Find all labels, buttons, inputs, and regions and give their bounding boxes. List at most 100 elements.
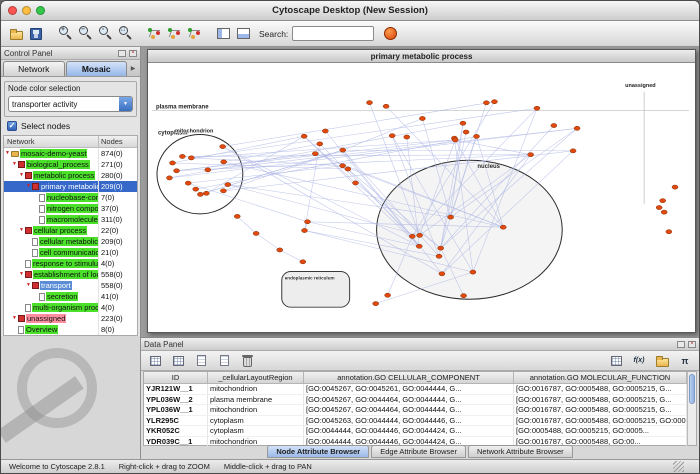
- zoom-fit-icon[interactable]: □: [115, 24, 135, 44]
- network-node[interactable]: [185, 181, 191, 185]
- network-node[interactable]: [660, 199, 666, 203]
- network-node[interactable]: [417, 233, 423, 237]
- new-network-from-selection-icon[interactable]: [184, 24, 204, 44]
- network-node[interactable]: [205, 168, 211, 172]
- save-session-icon[interactable]: [26, 24, 46, 44]
- network-node[interactable]: [672, 185, 678, 189]
- float-panel-icon[interactable]: [118, 50, 126, 57]
- tree-row[interactable]: ▼Overview8(0): [4, 324, 137, 335]
- network-node[interactable]: [463, 130, 469, 134]
- expand-arrow-icon[interactable]: ▼: [25, 184, 32, 189]
- new-attribute-icon[interactable]: [191, 351, 211, 371]
- network-node[interactable]: [383, 104, 389, 108]
- network-node[interactable]: [439, 272, 445, 276]
- data-panel-float-icon[interactable]: [677, 341, 685, 348]
- tree-row[interactable]: ▼transport558(0): [4, 280, 137, 291]
- tree-row[interactable]: ▼biological_process271(0): [4, 159, 137, 170]
- expand-arrow-icon[interactable]: ▼: [18, 228, 25, 233]
- expand-arrow-icon[interactable]: ▼: [18, 272, 25, 277]
- table-row[interactable]: YPL036W__2plasma membrane[GO:0045267, GO…: [144, 395, 687, 406]
- expand-arrow-icon[interactable]: ▼: [25, 283, 32, 288]
- zoom-out-icon[interactable]: −: [75, 24, 95, 44]
- tree-row[interactable]: ▼multi-organism proces4(0): [4, 302, 137, 313]
- tab-network[interactable]: Network: [3, 61, 65, 76]
- search-input[interactable]: [292, 26, 374, 41]
- nodes-column-header[interactable]: Nodes: [99, 137, 137, 146]
- tree-row[interactable]: ▼unassigned223(0): [4, 313, 137, 324]
- tree-row[interactable]: ▼cell communication21(0): [4, 247, 137, 258]
- function-builder-icon[interactable]: f(x): [629, 351, 649, 371]
- network-node[interactable]: [302, 228, 308, 232]
- table-scrollbar-thumb[interactable]: [689, 374, 695, 404]
- tab-network-attribute-browser[interactable]: Network Attribute Browser: [468, 445, 573, 458]
- table-row[interactable]: YJR121W__1mitochondrion[GO:0045267, GO:0…: [144, 384, 687, 395]
- column-header[interactable]: _cellularLayoutRegion: [208, 372, 304, 383]
- network-node[interactable]: [474, 134, 480, 138]
- tree-row[interactable]: ▼macromolecule metab311(0): [4, 214, 137, 225]
- network-node[interactable]: [203, 191, 209, 195]
- zoom-selected-region-icon[interactable]: ▫: [95, 24, 115, 44]
- network-node[interactable]: [174, 169, 180, 173]
- tree-row[interactable]: ▼mosaic-demo-yeast874(0): [4, 148, 137, 159]
- expand-arrow-icon[interactable]: ▼: [11, 162, 18, 167]
- network-node[interactable]: [301, 134, 307, 138]
- network-node[interactable]: [197, 192, 203, 196]
- tree-row[interactable]: ▼primary metabolic proc209(0): [4, 181, 137, 192]
- network-node[interactable]: [491, 100, 497, 104]
- network-node[interactable]: [551, 123, 557, 127]
- network-node[interactable]: [385, 293, 391, 297]
- network-node[interactable]: [460, 121, 466, 125]
- network-node[interactable]: [234, 214, 240, 218]
- table-row[interactable]: YLR295Ccytoplasm[GO:0045263, GO:0044444,…: [144, 416, 687, 427]
- tree-row[interactable]: ▼secretion41(0): [4, 291, 137, 302]
- zoom-window-button[interactable]: [36, 6, 45, 15]
- network-node[interactable]: [470, 270, 476, 274]
- tab-mosaic[interactable]: Mosaic: [66, 61, 128, 76]
- network-node[interactable]: [389, 134, 395, 138]
- minimize-window-button[interactable]: [22, 6, 31, 15]
- network-node[interactable]: [220, 144, 226, 148]
- import-attributes-icon[interactable]: [652, 351, 672, 371]
- expand-arrow-icon[interactable]: ▼: [4, 151, 11, 156]
- tree-row[interactable]: ▼cellular process22(0): [4, 225, 137, 236]
- network-node[interactable]: [367, 101, 373, 105]
- network-node[interactable]: [340, 148, 346, 152]
- tab-scroll-right-icon[interactable]: ▶: [128, 61, 138, 76]
- network-node[interactable]: [179, 154, 185, 158]
- tree-row[interactable]: ▼response to stimulus4(0): [4, 258, 137, 269]
- network-node[interactable]: [322, 129, 328, 133]
- tree-row[interactable]: ▼metabolic process280(0): [4, 170, 137, 181]
- network-node[interactable]: [461, 294, 467, 298]
- network-node[interactable]: [452, 138, 458, 142]
- table-row[interactable]: YPL036W__1mitochondrion[GO:0045267, GO:0…: [144, 405, 687, 416]
- tab-node-attribute-browser[interactable]: Node Attribute Browser: [267, 445, 369, 458]
- network-node[interactable]: [416, 244, 422, 248]
- network-node[interactable]: [666, 230, 672, 234]
- column-header[interactable]: annotation.GO MOLECULAR_FUNCTION: [514, 372, 687, 383]
- network-view-window[interactable]: primary metabolic process plasma membran…: [147, 49, 696, 333]
- network-node[interactable]: [438, 246, 444, 250]
- network-node[interactable]: [353, 181, 359, 185]
- network-node[interactable]: [170, 161, 176, 165]
- network-node[interactable]: [340, 164, 346, 168]
- column-header[interactable]: annotation.GO CELLULAR_COMPONENT: [304, 372, 514, 383]
- network-node[interactable]: [436, 254, 442, 258]
- show-control-panel-icon[interactable]: [213, 24, 233, 44]
- network-node[interactable]: [419, 116, 425, 120]
- network-node[interactable]: [570, 149, 576, 153]
- expand-arrow-icon[interactable]: ▼: [18, 173, 25, 178]
- network-node[interactable]: [574, 126, 580, 130]
- tree-row[interactable]: ▼establishment of local558(0): [4, 269, 137, 280]
- show-data-panel-icon[interactable]: [233, 24, 253, 44]
- network-node[interactable]: [220, 189, 226, 193]
- network-node[interactable]: [166, 176, 172, 180]
- network-node[interactable]: [188, 156, 194, 160]
- tab-edge-attribute-browser[interactable]: Edge Attribute Browser: [371, 445, 466, 458]
- column-header[interactable]: ID: [144, 372, 208, 383]
- hide-selected-icon[interactable]: [164, 24, 184, 44]
- network-node[interactable]: [193, 187, 199, 191]
- network-node[interactable]: [277, 248, 283, 252]
- window-titlebar[interactable]: Cytoscape Desktop (New Session): [1, 1, 699, 21]
- delete-attribute-icon[interactable]: [214, 351, 234, 371]
- network-node[interactable]: [345, 167, 351, 171]
